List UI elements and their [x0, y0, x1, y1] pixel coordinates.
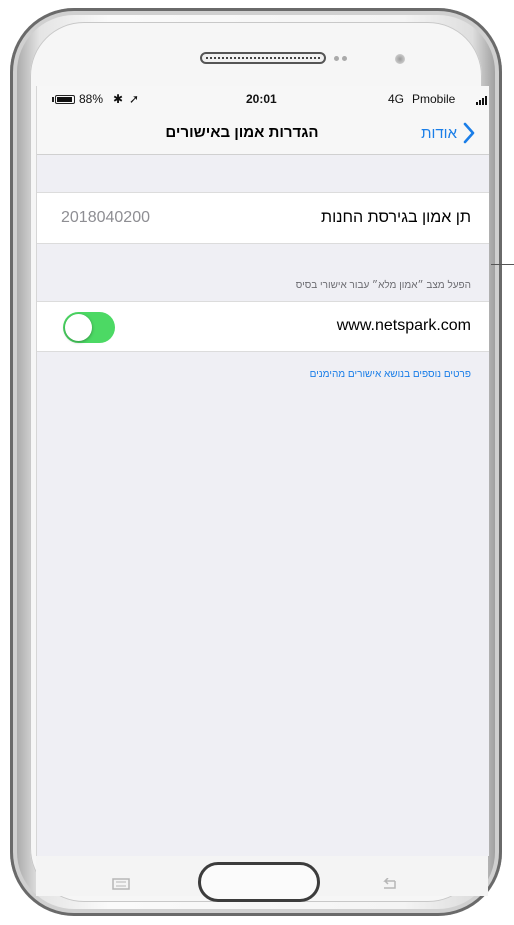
trust-store-version-label: תן אמון בגירסת החנות [321, 209, 471, 226]
status-bar: 88% ✱ ➚ 20:01 4G Pmobile [37, 86, 489, 112]
menu-key-icon[interactable] [112, 878, 130, 890]
back-button[interactable]: אודות [421, 120, 475, 146]
bluetooth-icon: ✱ [113, 92, 124, 106]
annotation-line [491, 264, 514, 265]
network-type: 4G [388, 92, 405, 106]
toggle-knob [65, 314, 92, 341]
battery-icon [55, 95, 75, 104]
full-trust-toggle[interactable] [63, 312, 115, 343]
chevron-right-icon [463, 122, 475, 144]
page-title: הגדרות אמון באישורים [165, 124, 319, 141]
back-button-label: אודות [421, 124, 457, 142]
carrier-name: Pmobile [412, 92, 456, 106]
trust-store-version-value: 2018040200 [61, 209, 150, 226]
location-arrow-icon: ➚ [129, 92, 140, 106]
battery-percent: 88% [79, 92, 104, 106]
back-key-icon[interactable] [380, 878, 398, 890]
navigation-bar: הגדרות אמון באישורים אודות [37, 112, 489, 155]
trust-store-version-row: תן אמון בגירסת החנות 2018040200 [37, 192, 489, 244]
more-info-link[interactable]: פרטים נוספים בנושא אישורים מהימנים [310, 369, 471, 380]
sensor-dot [342, 56, 347, 61]
home-button[interactable] [198, 862, 320, 902]
screen: 88% ✱ ➚ 20:01 4G Pmobile הגדרות אמון באי… [36, 86, 489, 856]
earpiece-speaker [200, 52, 326, 64]
signal-bars-icon [476, 96, 488, 105]
sensor-dot [334, 56, 339, 61]
status-time: 20:01 [246, 92, 277, 106]
section-header: הפעל מצב ״אמון מלא״ עבור אישורי בסיס [295, 280, 471, 291]
certificate-name: www.netspark.com [336, 317, 471, 334]
battery-tip [52, 97, 54, 102]
certificate-row: www.netspark.com [37, 301, 489, 352]
front-camera [395, 54, 405, 64]
